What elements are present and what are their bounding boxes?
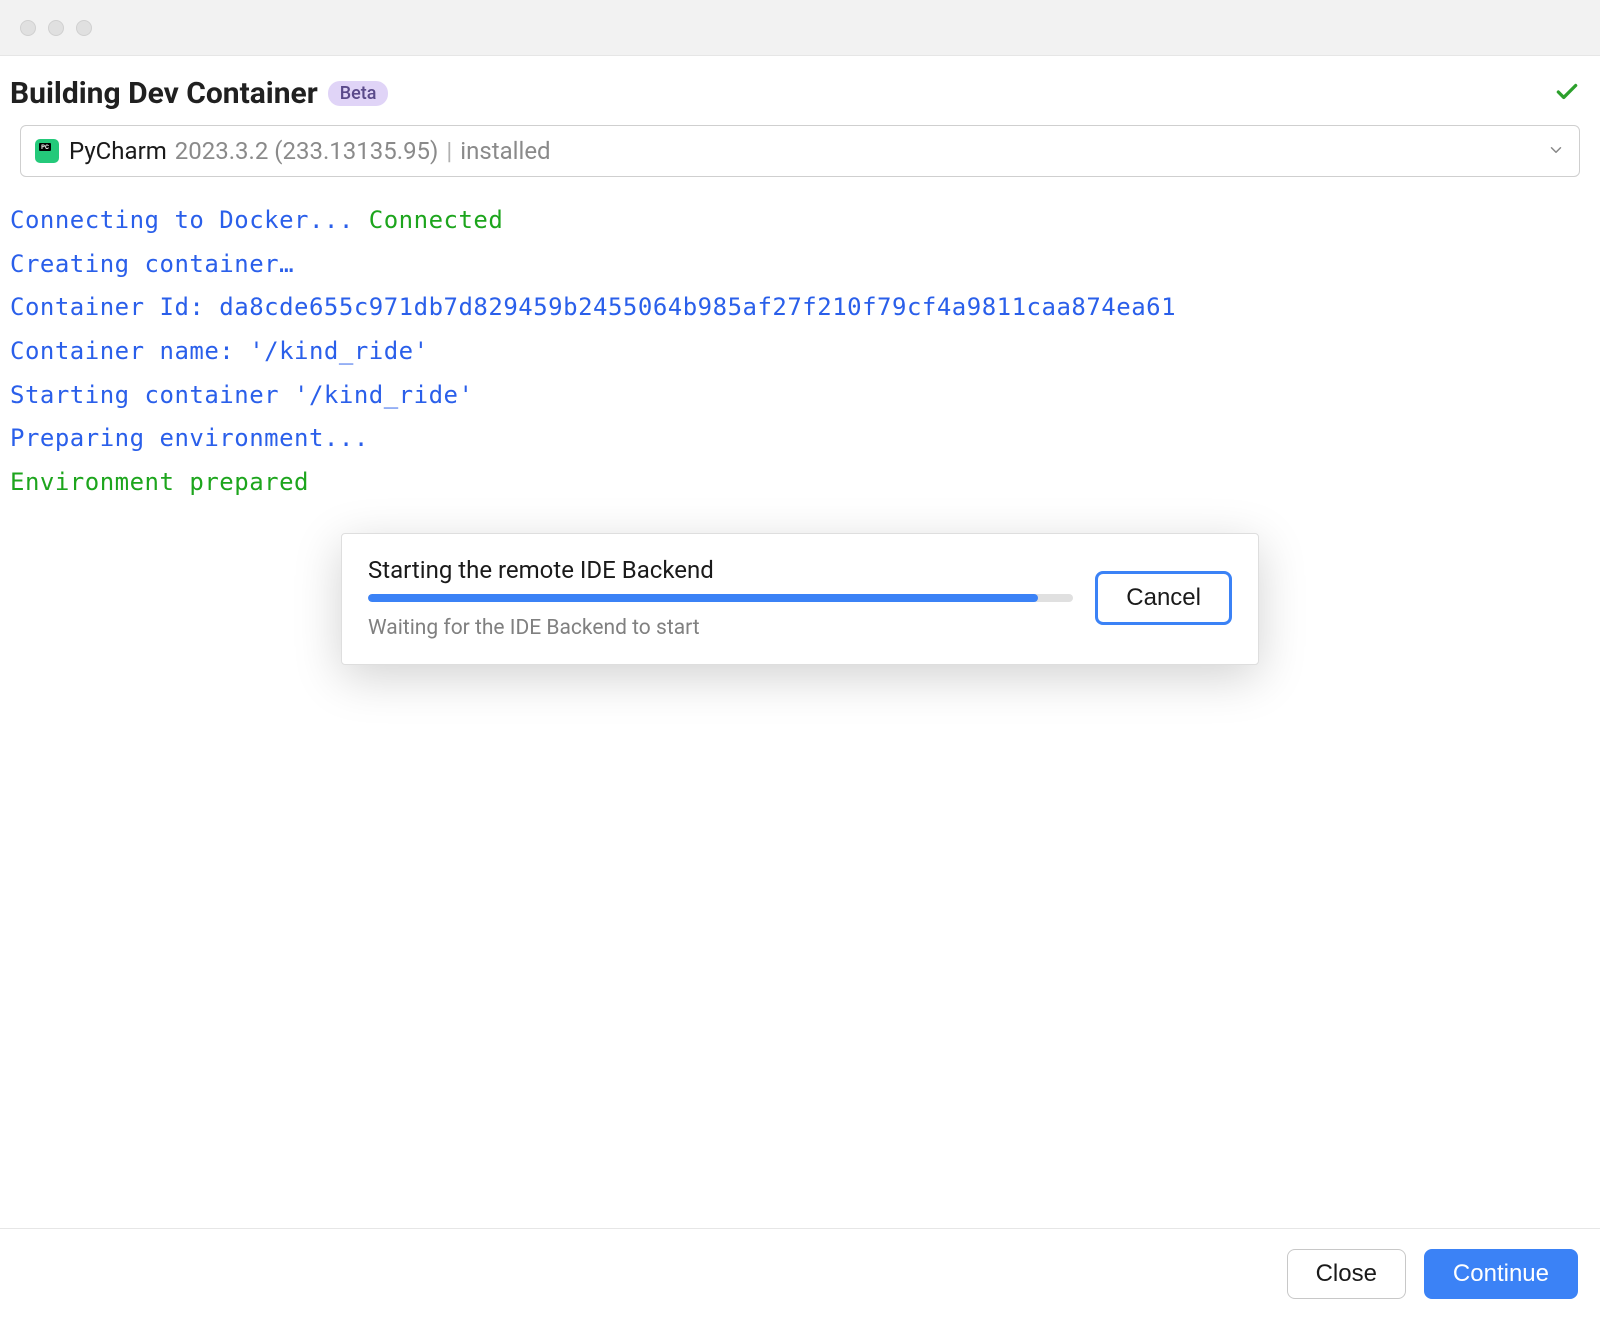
progress-dialog: Starting the remote IDE Backend Waiting …: [341, 533, 1259, 665]
page-title: Building Dev Container: [10, 76, 318, 111]
window-maximize-icon[interactable]: [76, 20, 92, 36]
close-button[interactable]: Close: [1287, 1249, 1406, 1299]
window-minimize-icon[interactable]: [48, 20, 64, 36]
progress-bar: [368, 594, 1073, 602]
ide-selector-dropdown[interactable]: PC PyCharm 2023.3.2 (233.13135.95) | ins…: [20, 125, 1580, 177]
log-line: Environment prepared: [10, 461, 1590, 505]
progress-fill: [368, 594, 1038, 602]
header: Building Dev Container Beta: [0, 56, 1600, 125]
ide-name: PyCharm: [69, 137, 167, 165]
status-check-icon: [1554, 79, 1580, 109]
log-line: Container Id: da8cde655c971db7d829459b24…: [10, 286, 1590, 330]
chevron-down-icon: [1547, 137, 1565, 165]
window-close-icon[interactable]: [20, 20, 36, 36]
continue-button[interactable]: Continue: [1424, 1249, 1578, 1299]
pycharm-icon: PC: [35, 139, 59, 163]
log-line: Preparing environment...: [10, 417, 1590, 461]
log-line: Creating container…: [10, 243, 1590, 287]
ide-status: installed: [460, 137, 550, 165]
beta-badge: Beta: [328, 81, 389, 106]
cancel-button[interactable]: Cancel: [1095, 571, 1232, 625]
footer: Close Continue: [0, 1228, 1600, 1318]
log-line: Container name: '/kind_ride': [10, 330, 1590, 374]
dialog-title: Starting the remote IDE Backend: [368, 556, 1073, 584]
titlebar: [0, 0, 1600, 56]
log-line: Starting container '/kind_ride': [10, 374, 1590, 418]
dialog-subtitle: Waiting for the IDE Backend to start: [368, 616, 1073, 640]
ide-version: 2023.3.2 (233.13135.95): [175, 137, 439, 165]
build-log: Connecting to Docker... ConnectedCreatin…: [0, 177, 1600, 527]
log-line: Connecting to Docker... Connected: [10, 199, 1590, 243]
